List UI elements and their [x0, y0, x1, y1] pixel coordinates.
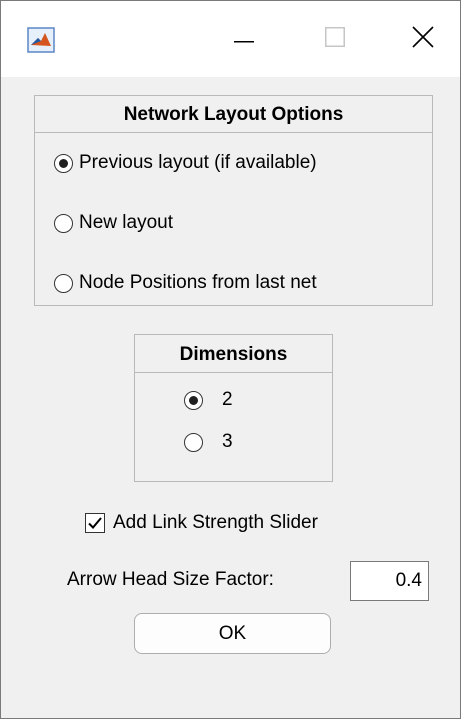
- radio-label: Node Positions from last net: [79, 272, 317, 293]
- radio-label: 3: [222, 431, 233, 452]
- arrow-head-size-input[interactable]: 0.4: [350, 561, 429, 601]
- link-strength-label: Add Link Strength Slider: [113, 512, 318, 533]
- ok-button[interactable]: OK: [134, 613, 331, 654]
- dialog-window: Network Layout Options Previous layout (…: [0, 0, 461, 719]
- link-strength-checkbox[interactable]: [85, 513, 105, 533]
- radio-button[interactable]: [54, 273, 73, 293]
- maximize-button[interactable]: [305, 15, 365, 63]
- link-strength-slider-option[interactable]: Add Link Strength Slider: [85, 512, 318, 534]
- radio-dimension-3[interactable]: 3: [184, 431, 233, 453]
- close-icon: [412, 25, 434, 53]
- radio-button[interactable]: [54, 213, 73, 233]
- radio-previous-layout[interactable]: Previous layout (if available): [54, 152, 317, 174]
- title-bar: [1, 1, 460, 77]
- maximize-icon: [325, 26, 345, 52]
- checkmark-icon: [88, 517, 102, 529]
- dimensions-panel: Dimensions 2 3: [134, 334, 333, 482]
- layout-options-panel: Network Layout Options Previous layout (…: [34, 95, 433, 306]
- radio-node-positions[interactable]: Node Positions from last net: [54, 272, 317, 294]
- dimensions-title: Dimensions: [135, 335, 332, 373]
- radio-button[interactable]: [184, 432, 203, 452]
- radio-label: New layout: [79, 212, 173, 233]
- radio-button[interactable]: [184, 390, 203, 410]
- radio-label: Previous layout (if available): [79, 152, 317, 173]
- radio-button[interactable]: [54, 153, 73, 173]
- close-button[interactable]: [393, 15, 453, 63]
- arrow-head-size-label: Arrow Head Size Factor:: [67, 569, 274, 590]
- radio-label: 2: [222, 389, 233, 410]
- radio-new-layout[interactable]: New layout: [54, 212, 173, 234]
- layout-options-title: Network Layout Options: [35, 96, 432, 133]
- radio-dimension-2[interactable]: 2: [184, 389, 233, 411]
- minimize-icon: [234, 30, 254, 48]
- matlab-icon: [27, 27, 55, 53]
- minimize-button[interactable]: [214, 15, 274, 63]
